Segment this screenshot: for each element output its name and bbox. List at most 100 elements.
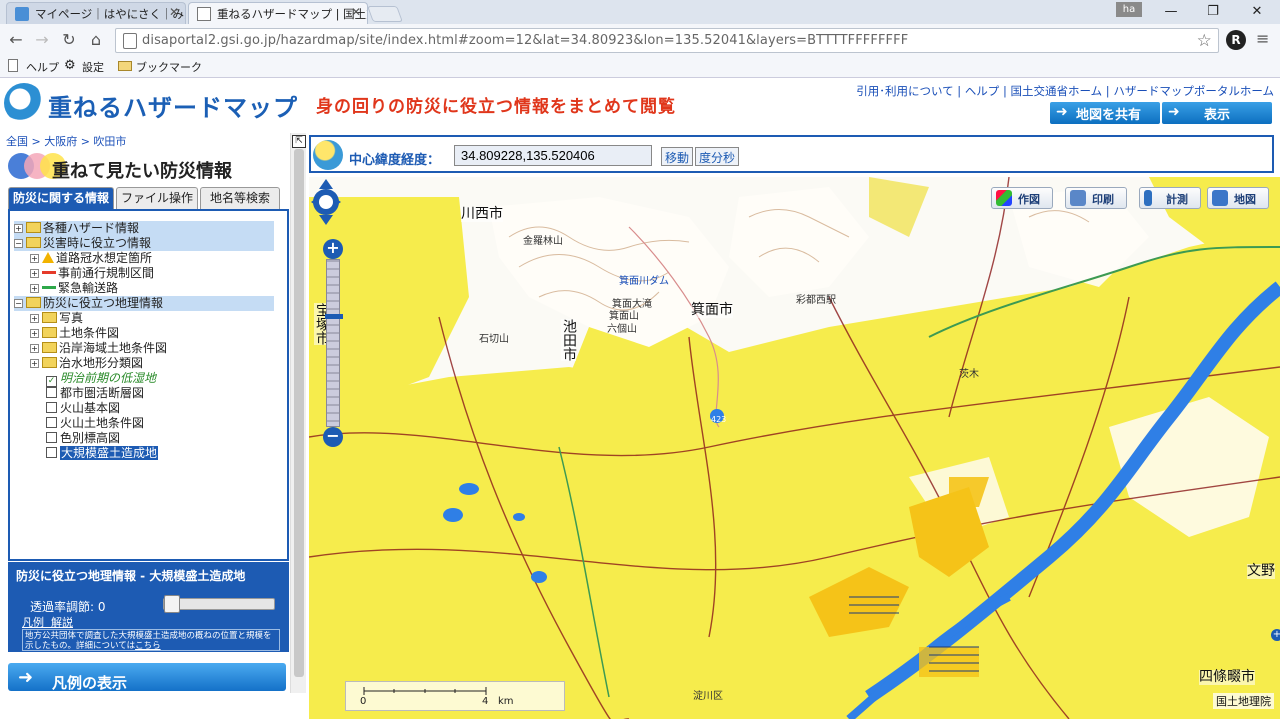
collapse-icon[interactable]: − <box>14 239 23 248</box>
browser-menu-icon[interactable]: ≡ <box>1256 31 1270 49</box>
legend-link[interactable]: 凡例 <box>22 616 44 629</box>
transparency-slider[interactable] <box>163 595 275 613</box>
profile-button[interactable]: ha <box>1116 2 1142 17</box>
checkbox[interactable] <box>46 417 57 428</box>
print-tool-button[interactable]: 印刷 <box>1065 187 1127 209</box>
expand-right-icon[interactable]: + <box>1271 629 1280 641</box>
tree-node-volcano-land[interactable]: 火山土地条件図 <box>46 416 144 431</box>
map-tool-button[interactable]: 地図 <box>1207 187 1269 209</box>
explain-link[interactable]: 解説 <box>51 616 73 629</box>
breadcrumb[interactable]: 全国 > 大阪府 > 吹田市 <box>6 133 126 149</box>
zoom-out-button[interactable]: − <box>323 427 343 447</box>
share-map-button[interactable]: ➜ 地図を共有 <box>1050 102 1160 124</box>
tree-node-coastal[interactable]: + 沿岸海域土地条件図 <box>30 341 167 356</box>
site-title[interactable]: 重ねるハザードマップ <box>48 88 298 123</box>
bookmark-help[interactable]: ヘルプ <box>8 59 59 75</box>
tree-node-geo-info[interactable]: − 防災に役立つ地理情報 <box>14 296 274 311</box>
tree-node-land-condition[interactable]: + 土地条件図 <box>30 326 119 341</box>
tab-place-search[interactable]: 地名等検索 <box>200 187 280 209</box>
tree-node-flood-landform[interactable]: + 治水地形分類図 <box>30 356 143 371</box>
tree-node-landfill[interactable]: 大規模盛土造成地 <box>46 446 159 461</box>
back-icon[interactable]: ← <box>6 30 26 50</box>
tree-node-photo[interactable]: + 写真 <box>30 311 83 326</box>
zoom-slider[interactable] <box>325 259 343 427</box>
site-favicon-icon <box>15 7 29 21</box>
browser-tab-hazardmap[interactable]: 重ねるハザードマップ | 国土交 ✕ <box>188 2 368 24</box>
scale-zero: 0 <box>360 696 367 707</box>
measure-tool-button[interactable]: 計測 <box>1139 187 1201 209</box>
tree-node-color-elevation[interactable]: 色別標高図 <box>46 431 120 446</box>
checkbox[interactable] <box>46 432 57 443</box>
expand-icon[interactable]: + <box>30 254 39 263</box>
link-citation[interactable]: 引用･利用について <box>856 84 953 98</box>
home-icon[interactable]: ⌂ <box>86 30 106 50</box>
extension-icon[interactable]: R <box>1226 30 1246 50</box>
green-line-legend-icon <box>42 286 56 289</box>
tree-label: 火山土地条件図 <box>60 416 145 430</box>
tab-file-ops[interactable]: ファイル操作 <box>116 187 198 209</box>
tab-title: 重ねるハザードマップ | 国土交 <box>217 7 368 21</box>
expand-icon[interactable]: + <box>14 224 23 233</box>
scale-four: 4 <box>482 696 489 707</box>
tree-node-useful[interactable]: − 災害時に役立つ情報 <box>14 236 274 251</box>
coordinate-input[interactable] <box>454 145 652 166</box>
checkbox[interactable] <box>46 402 57 413</box>
tab-disaster-info[interactable]: 防災に関する情報 <box>8 187 114 209</box>
minimize-icon[interactable]: — <box>1156 3 1186 21</box>
collapse-panel-icon[interactable]: ⇱ <box>292 135 306 148</box>
scrollbar-thumb[interactable] <box>294 149 304 677</box>
tree-node-emergency-route[interactable]: + 緊急輸送路 <box>30 281 118 296</box>
site-logo-icon[interactable] <box>4 83 44 123</box>
checkbox[interactable] <box>46 387 57 398</box>
close-tab-icon[interactable]: ✕ <box>169 5 179 19</box>
expand-icon[interactable]: + <box>30 269 39 278</box>
link-help[interactable]: ヘルプ <box>965 84 1000 98</box>
zoom-in-button[interactable]: + <box>323 239 343 259</box>
bookmark-star-icon[interactable]: ☆ <box>1197 31 1212 51</box>
bookmark-settings[interactable]: ⚙ 設定 <box>64 59 104 75</box>
tree-label: 写真 <box>59 311 84 325</box>
folder-icon <box>42 312 57 323</box>
slider-thumb[interactable] <box>164 595 180 613</box>
new-tab-button[interactable] <box>367 6 403 22</box>
map-canvas[interactable]: 川西市 池田市 箕面市 宝塚市 箕面川ダム 金羅林山 箕面大滝 箕面山 六個山 … <box>309 177 1280 719</box>
folder-icon <box>42 342 57 353</box>
tree-node-hazard[interactable]: + 各種ハザード情報 <box>14 221 274 236</box>
show-legend-button[interactable]: ➜ 凡例の表示 <box>8 663 286 692</box>
forward-icon[interactable]: → <box>32 30 52 50</box>
folder-icon <box>26 237 41 248</box>
expand-icon[interactable]: + <box>30 329 39 338</box>
page-info-icon[interactable] <box>123 33 137 49</box>
link-portal-home[interactable]: ハザードマップポータルホーム <box>1113 84 1274 98</box>
pan-control-icon[interactable] <box>309 177 343 227</box>
expand-icon[interactable]: + <box>30 314 39 323</box>
restore-icon[interactable]: ❐ <box>1198 3 1228 21</box>
browser-tab-mypage[interactable]: マイページ｜はやにさく｜みん ✕ <box>6 2 186 24</box>
folder-icon <box>42 327 57 338</box>
move-button[interactable]: 移動 <box>661 147 694 166</box>
details-link[interactable]: こちら <box>135 641 161 650</box>
reload-icon[interactable]: ↻ <box>59 30 79 50</box>
tree-node-traffic-regulation[interactable]: + 事前通行規制区間 <box>30 266 154 281</box>
checkbox[interactable] <box>46 447 57 458</box>
close-window-icon[interactable]: ✕ <box>1242 3 1272 21</box>
map-attribution[interactable]: 国土地理院 <box>1213 693 1274 709</box>
tree-node-volcano-base[interactable]: 火山基本図 <box>46 401 120 416</box>
draw-tool-button[interactable]: 作図 <box>991 187 1053 209</box>
collapse-icon[interactable]: − <box>14 299 23 308</box>
tree-node-active-fault[interactable]: 都市圏活断層図 <box>46 386 144 401</box>
ruler-icon <box>1144 190 1152 206</box>
panel-scrollbar[interactable] <box>290 133 306 693</box>
tree-node-meiji-lowland[interactable]: ✓ 明治前期の低湿地 <box>46 371 156 387</box>
display-button[interactable]: ➜ 表示 <box>1162 102 1272 124</box>
zoom-slider-thumb[interactable] <box>325 314 343 319</box>
tree-node-flood-points[interactable]: + 道路冠水想定箇所 <box>30 251 152 266</box>
expand-icon[interactable]: + <box>30 359 39 368</box>
expand-icon[interactable]: + <box>30 284 39 293</box>
expand-icon[interactable]: + <box>30 344 39 353</box>
close-tab-icon[interactable]: ✕ <box>351 5 361 19</box>
link-mlit-home[interactable]: 国土交通省ホーム <box>1011 84 1103 98</box>
bookmark-folder[interactable]: ブックマーク <box>118 59 202 75</box>
dms-button[interactable]: 度分秒 <box>695 147 740 166</box>
address-bar[interactable]: disaportal2.gsi.go.jp/hazardmap/site/ind… <box>115 28 1219 53</box>
